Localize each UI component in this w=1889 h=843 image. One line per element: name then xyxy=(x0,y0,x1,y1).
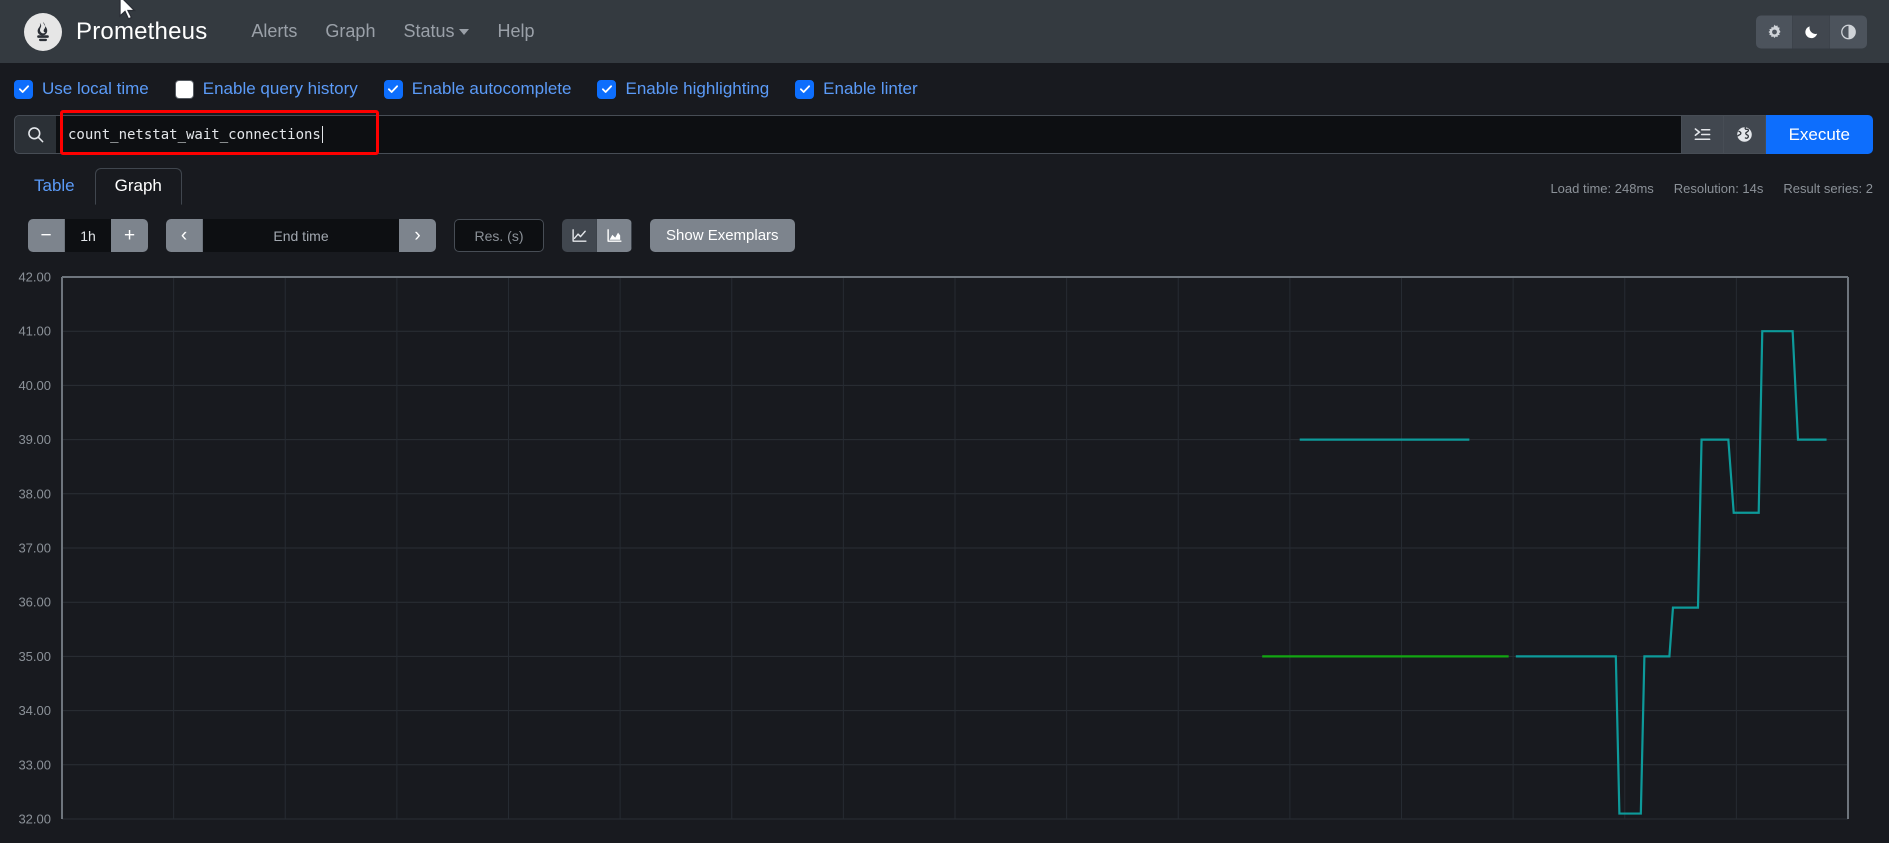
graph-controls: − 1h + ‹ End time › Res. (s) Show Exempl… xyxy=(0,205,1889,252)
checkbox-enable-linter[interactable] xyxy=(795,79,815,99)
execute-button[interactable]: Execute xyxy=(1765,115,1873,154)
y-axis-tick-label: 32.00 xyxy=(18,812,51,825)
resolution-input[interactable]: Res. (s) xyxy=(454,219,544,252)
tab-graph[interactable]: Graph xyxy=(94,168,182,205)
increase-range-button[interactable]: + xyxy=(111,219,148,252)
end-time-group: ‹ End time › xyxy=(166,219,436,252)
end-time-input[interactable]: End time xyxy=(203,219,399,252)
decrease-range-button[interactable]: − xyxy=(28,219,65,252)
y-axis-tick-label: 33.00 xyxy=(18,757,51,772)
theme-toggle-group xyxy=(1756,15,1867,48)
nav-links: Alerts Graph Status Help xyxy=(251,21,534,42)
auto-theme-button[interactable] xyxy=(1830,15,1867,48)
checkbox-enable-query-history[interactable] xyxy=(174,79,194,99)
meta-load-time: Load time: 248ms xyxy=(1550,181,1654,196)
mouse-cursor-icon xyxy=(117,0,139,29)
navbar: Prometheus Alerts Graph Status Help xyxy=(0,0,1889,63)
chart-series-line xyxy=(1515,330,1827,815)
brand-label: Prometheus xyxy=(76,17,208,45)
option-label-use-local-time: Use local time xyxy=(42,79,149,98)
query-meta: Load time: 248ms Resolution: 14s Result … xyxy=(1550,181,1873,196)
checkbox-enable-autocomplete[interactable] xyxy=(383,79,403,99)
range-input[interactable]: 1h xyxy=(65,219,111,252)
format-expression-button[interactable] xyxy=(1681,115,1724,154)
globe-icon[interactable] xyxy=(1723,115,1766,154)
option-label-enable-highlighting: Enable highlighting xyxy=(625,79,770,98)
stacked-chart-icon[interactable] xyxy=(597,219,632,252)
y-axis-tick-label: 39.00 xyxy=(18,432,51,447)
option-label-enable-query-history: Enable query history xyxy=(202,79,358,98)
result-tabs-row: Table Graph Load time: 248ms Resolution:… xyxy=(14,167,1873,205)
query-bar: count_netstat_wait_connections Execute xyxy=(14,110,1873,155)
meta-result-series: Result series: 2 xyxy=(1783,181,1873,196)
query-options-row: Use local time Enable query history Enab… xyxy=(0,63,1889,113)
chevron-down-icon xyxy=(459,28,470,35)
y-axis-tick-label: 36.00 xyxy=(18,595,51,610)
y-axis-tick-label: 35.00 xyxy=(18,649,51,664)
nav-link-help[interactable]: Help xyxy=(497,21,534,42)
dark-theme-button[interactable] xyxy=(1793,15,1830,48)
time-range-group: − 1h + xyxy=(28,219,148,252)
chart-type-group xyxy=(562,219,632,252)
nav-link-status-label: Status xyxy=(403,21,455,41)
y-axis-tick-label: 34.00 xyxy=(18,703,51,718)
nav-link-status[interactable]: Status xyxy=(403,21,470,42)
query-input[interactable]: count_netstat_wait_connections xyxy=(56,115,1682,154)
prometheus-torch-icon xyxy=(24,12,62,51)
previous-time-button[interactable]: ‹ xyxy=(166,219,203,252)
option-enable-query-history[interactable]: Enable query history xyxy=(174,79,358,99)
next-time-button[interactable]: › xyxy=(399,219,436,252)
option-label-enable-autocomplete: Enable autocomplete xyxy=(411,79,572,98)
graph-panel: 42.00 41.00 40.00 39.00 38.00 37.00 36.00 35.00… xyxy=(0,264,1889,824)
nav-link-graph[interactable]: Graph xyxy=(325,21,375,42)
tab-table[interactable]: Table xyxy=(14,168,95,205)
y-axis-tick-label: 37.00 xyxy=(18,541,51,556)
option-enable-linter[interactable]: Enable linter xyxy=(795,79,918,99)
light-theme-button[interactable] xyxy=(1756,15,1793,48)
y-axis-tick-label: 40.00 xyxy=(18,378,51,393)
option-label-enable-linter: Enable linter xyxy=(823,79,918,98)
brand[interactable]: Prometheus xyxy=(24,12,208,51)
option-enable-highlighting[interactable]: Enable highlighting xyxy=(597,79,769,99)
graph-canvas[interactable]: 42.00 41.00 40.00 39.00 38.00 37.00 36.00 35.00… xyxy=(0,264,1889,824)
line-chart-icon[interactable] xyxy=(562,219,597,252)
y-axis-tick-label: 38.00 xyxy=(18,486,51,501)
checkbox-enable-highlighting[interactable] xyxy=(597,79,617,99)
nav-link-alerts[interactable]: Alerts xyxy=(251,21,297,42)
y-axis-tick-label: 42.00 xyxy=(18,270,51,285)
show-exemplars-button[interactable]: Show Exemplars xyxy=(650,219,795,252)
option-enable-autocomplete[interactable]: Enable autocomplete xyxy=(383,79,572,99)
search-icon xyxy=(14,115,56,154)
meta-resolution: Resolution: 14s xyxy=(1673,181,1764,196)
option-use-local-time[interactable]: Use local time xyxy=(14,79,149,99)
query-input-value: count_netstat_wait_connections xyxy=(68,126,321,143)
checkbox-use-local-time[interactable] xyxy=(14,79,33,99)
text-caret xyxy=(321,126,324,143)
y-axis-tick-label: 41.00 xyxy=(18,324,51,339)
